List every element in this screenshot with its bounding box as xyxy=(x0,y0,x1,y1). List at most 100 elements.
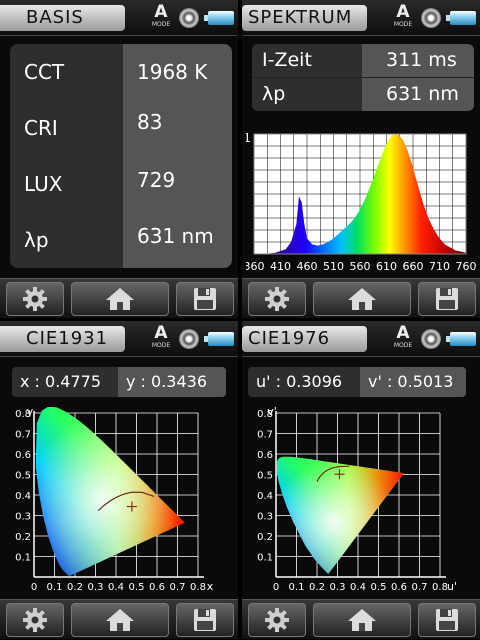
y-axis-label: y xyxy=(27,407,34,418)
y-tick-label: 0.2 xyxy=(257,532,273,543)
x-tick-label: 0.4 xyxy=(350,582,366,593)
x-tick-label: 410 xyxy=(270,260,291,273)
x-tick-label: 0.4 xyxy=(108,582,124,593)
spektrum-title[interactable]: SPEKTRUM xyxy=(242,5,367,31)
mode-label: MODE xyxy=(393,21,413,28)
y-tick-label: 0.7 xyxy=(257,430,273,441)
x-tick-label: 510 xyxy=(323,260,344,273)
x-tick-label: 0.3 xyxy=(88,582,104,593)
y-tick-label: 0.6 xyxy=(257,450,273,461)
y-tick-label: 1 xyxy=(246,131,251,145)
home-icon xyxy=(348,609,376,631)
mode-label: MODE xyxy=(151,21,171,28)
gear-icon xyxy=(265,287,289,311)
home-button[interactable] xyxy=(313,282,411,316)
lens-icon[interactable] xyxy=(421,329,441,349)
x-tick-label: 460 xyxy=(297,260,318,273)
gear-icon xyxy=(265,608,289,632)
battery-icon xyxy=(446,11,476,25)
cie1931-footbar xyxy=(0,599,238,639)
home-button[interactable] xyxy=(313,603,411,637)
x-tick-label: 0.6 xyxy=(391,582,407,593)
gamut-white xyxy=(35,407,185,576)
cie1976-footbar xyxy=(242,599,480,639)
cie1976-chart: 0 0.1 0.2 0.3 0.4 0.5 0.6 0.7 0.8 0.1 0.2 0.3 0.4 0.5… xyxy=(257,407,457,593)
basis-row-peak: λp 631 nm xyxy=(10,212,232,268)
row-label: I-Zeit xyxy=(252,44,362,77)
x-tick-label: 0.2 xyxy=(67,582,83,593)
mode-button[interactable]: A MODE xyxy=(389,3,417,33)
x-tick-label: 610 xyxy=(376,260,397,273)
cie1931-values: x : 0.4775 y : 0.3436 xyxy=(12,367,226,397)
save-button[interactable] xyxy=(176,603,234,637)
x-axis-label: u' xyxy=(447,580,457,593)
mode-letter: A xyxy=(154,323,168,343)
x-tick-label: 560 xyxy=(350,260,371,273)
floppy-disk-icon xyxy=(194,288,216,310)
battery-icon xyxy=(204,11,234,25)
mode-button[interactable]: A MODE xyxy=(389,324,417,354)
spectrum-chart: 1 360 410 460 510 560 610 660 710 760 xyxy=(246,131,477,273)
spektrum-table: I-Zeit 311 ms λp 631 nm xyxy=(252,44,474,111)
row-label: CRI xyxy=(10,100,123,156)
gear-icon xyxy=(23,287,47,311)
x-tick-label: 0 xyxy=(273,582,279,593)
spektrum-footbar xyxy=(242,278,480,318)
spektrum-pane: SPEKTRUM A MODE I-Zeit 311 ms λp 631 nm … xyxy=(242,0,480,318)
y-tick-label: 0.1 xyxy=(257,553,273,564)
cie1931-titlebar: CIE1931 A MODE xyxy=(0,321,238,357)
spektrum-titlebar: SPEKTRUM A MODE xyxy=(242,0,480,36)
floppy-disk-icon xyxy=(436,609,458,631)
x-tick-label: 760 xyxy=(456,260,477,273)
x-tick-label: 0.3 xyxy=(330,582,346,593)
lens-icon[interactable] xyxy=(179,329,199,349)
cie1976-values: u' : 0.3096 v' : 0.5013 xyxy=(248,367,466,397)
x-tick-label: 0.6 xyxy=(149,582,165,593)
floppy-disk-icon xyxy=(194,609,216,631)
cie1931-title[interactable]: CIE1931 xyxy=(0,326,125,352)
row-label: CCT xyxy=(10,44,123,100)
basis-row-lux: LUX 729 xyxy=(10,156,232,212)
lens-icon[interactable] xyxy=(421,8,441,28)
settings-button[interactable] xyxy=(248,282,306,316)
lens-icon[interactable] xyxy=(179,8,199,28)
y-tick-label: 0.1 xyxy=(15,553,31,564)
row-value: 1968 K xyxy=(123,44,232,100)
cie1976-title[interactable]: CIE1976 xyxy=(242,326,367,352)
x-tick-label: 710 xyxy=(429,260,450,273)
save-button[interactable] xyxy=(418,603,476,637)
basis-pane: BASIS A MODE CCT 1968 K CRI 83 LUX 729 λ… xyxy=(0,0,238,318)
cie1931-pane: CIE1931 A MODE x : 0.4775 y : 0.3436 0 0.… xyxy=(0,321,238,639)
home-icon xyxy=(106,288,134,310)
settings-button[interactable] xyxy=(6,603,64,637)
basis-footbar xyxy=(0,278,238,318)
mode-label: MODE xyxy=(393,342,413,349)
mode-button[interactable]: A MODE xyxy=(147,3,175,33)
spektrum-row-integration: I-Zeit 311 ms xyxy=(252,44,474,77)
y-tick-label: 0.4 xyxy=(257,491,273,502)
y-tick-label: 0.5 xyxy=(257,471,273,482)
save-button[interactable] xyxy=(418,282,476,316)
basis-title[interactable]: BASIS xyxy=(0,5,125,31)
row-value: 83 xyxy=(123,100,232,156)
x-tick-label: 0.8 xyxy=(190,582,206,593)
basis-row-cct: CCT 1968 K xyxy=(10,44,232,100)
settings-button[interactable] xyxy=(6,282,64,316)
mode-letter: A xyxy=(396,2,410,22)
y-tick-label: 0.5 xyxy=(15,471,31,482)
mode-button[interactable]: A MODE xyxy=(147,324,175,354)
floppy-disk-icon xyxy=(436,288,458,310)
save-button[interactable] xyxy=(176,282,234,316)
x-tick-label: 0.7 xyxy=(170,582,186,593)
cie1976-titlebar: CIE1976 A MODE xyxy=(242,321,480,357)
home-button[interactable] xyxy=(71,603,169,637)
home-button[interactable] xyxy=(71,282,169,316)
x-tick-label: 0.5 xyxy=(129,582,145,593)
basis-titlebar: BASIS A MODE xyxy=(0,0,238,36)
settings-button[interactable] xyxy=(248,603,306,637)
y-value: y : 0.3436 xyxy=(118,367,226,397)
mode-label: MODE xyxy=(151,342,171,349)
home-icon xyxy=(348,288,376,310)
cie1976-pane: CIE1976 A MODE u' : 0.3096 v' : 0.5013 0… xyxy=(242,321,480,639)
mode-letter: A xyxy=(154,2,168,22)
